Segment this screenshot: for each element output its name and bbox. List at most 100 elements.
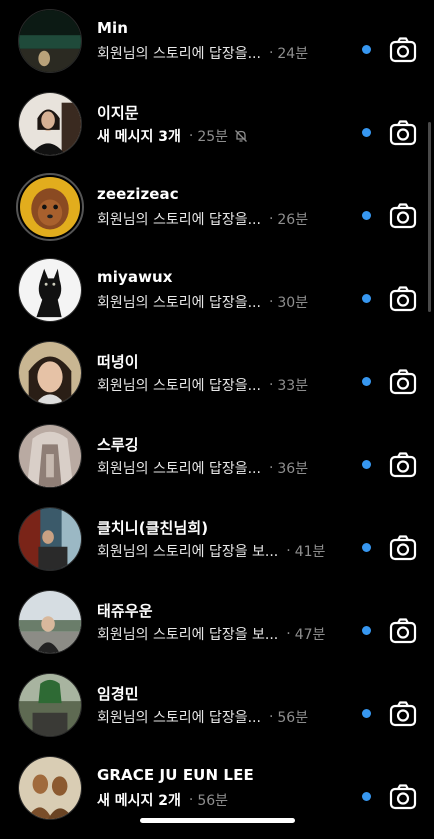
- avatar[interactable]: [18, 9, 82, 73]
- conversation-name: 떠녕이: [97, 353, 139, 371]
- avatar[interactable]: [18, 673, 82, 737]
- camera-icon[interactable]: [388, 284, 418, 314]
- avatar-image: [19, 674, 81, 736]
- conversation-preview: 회원님의 스토리에 답장을... · 33분: [97, 375, 308, 395]
- separator: ·: [268, 709, 274, 725]
- separator: ·: [268, 211, 274, 227]
- unread-dot: [362, 460, 371, 469]
- conversation-name: 임경민: [97, 685, 139, 703]
- avatar-image: [19, 10, 81, 72]
- conversation-row[interactable]: GRACE JU EUN LEE 새 메시지 2개 · 56분: [0, 756, 434, 839]
- conversation-row[interactable]: 스루깅 회원님의 스토리에 답장을... · 36분: [0, 424, 434, 507]
- unread-dot: [362, 211, 371, 220]
- avatar[interactable]: [18, 92, 82, 156]
- timestamp: 36분: [277, 461, 309, 477]
- camera-icon[interactable]: [388, 367, 418, 397]
- avatar-image: [19, 591, 81, 653]
- unread-dot: [362, 543, 371, 552]
- scrollbar[interactable]: [428, 122, 431, 312]
- bell-off-icon: [234, 129, 248, 143]
- message-preview: 회원님의 스토리에 답장을 보...: [97, 627, 279, 643]
- conversation-name: zeezizeac: [97, 185, 179, 203]
- message-preview: 회원님의 스토리에 답장을...: [97, 461, 261, 477]
- timestamp: 25분: [197, 129, 229, 145]
- conversation-name: GRACE JU EUN LEE: [97, 766, 254, 784]
- timestamp: 24분: [277, 46, 309, 62]
- camera-icon[interactable]: [388, 616, 418, 646]
- message-preview: 새 메시지 3개: [97, 129, 181, 145]
- conversation-row[interactable]: miyawux 회원님의 스토리에 답장을... · 30분: [0, 258, 434, 341]
- avatar[interactable]: [18, 507, 82, 571]
- avatar[interactable]: [18, 341, 82, 405]
- avatar[interactable]: [16, 173, 84, 241]
- avatar-image: [19, 508, 81, 570]
- camera-icon[interactable]: [388, 450, 418, 480]
- avatar[interactable]: [18, 258, 82, 322]
- separator: ·: [268, 45, 274, 61]
- message-preview: 회원님의 스토리에 답장을 보...: [97, 544, 279, 560]
- message-preview: 회원님의 스토리에 답장을...: [97, 46, 261, 62]
- avatar[interactable]: [18, 590, 82, 654]
- message-preview: 회원님의 스토리에 답장을...: [97, 378, 261, 394]
- timestamp: 33분: [277, 378, 309, 394]
- separator: ·: [268, 294, 274, 310]
- unread-dot: [362, 377, 371, 386]
- camera-icon[interactable]: [388, 782, 418, 812]
- timestamp: 26분: [277, 212, 309, 228]
- timestamp: 56분: [197, 793, 229, 809]
- conversation-preview: 회원님의 스토리에 답장을 보... · 41분: [97, 541, 325, 561]
- camera-icon[interactable]: [388, 533, 418, 563]
- conversation-row[interactable]: 떠녕이 회원님의 스토리에 답장을... · 33분: [0, 341, 434, 424]
- conversation-name: 태쥬우운: [97, 602, 153, 620]
- avatar-image: [19, 93, 81, 155]
- avatar-image: [19, 342, 81, 404]
- conversation-preview: 회원님의 스토리에 답장을... · 26분: [97, 209, 308, 229]
- message-preview: 회원님의 스토리에 답장을...: [97, 212, 261, 228]
- separator: ·: [188, 128, 194, 144]
- avatar[interactable]: [18, 424, 82, 488]
- conversation-preview: 회원님의 스토리에 답장을... · 30분: [97, 292, 308, 312]
- conversation-name: 이지문: [97, 104, 139, 122]
- conversation-name: 클치니(클친님희): [97, 519, 209, 537]
- conversation-preview: 회원님의 스토리에 답장을... · 56분: [97, 707, 308, 727]
- unread-dot: [362, 45, 371, 54]
- unread-dot: [362, 128, 371, 137]
- conversation-name: miyawux: [97, 268, 173, 286]
- conversation-row[interactable]: 임경민 회원님의 스토리에 답장을... · 56분: [0, 673, 434, 756]
- separator: ·: [188, 792, 194, 808]
- avatar-image: [20, 177, 80, 237]
- camera-icon[interactable]: [388, 201, 418, 231]
- conversation-name: 스루깅: [97, 436, 139, 454]
- camera-icon[interactable]: [388, 35, 418, 65]
- conversation-preview: 새 메시지 2개 · 56분: [97, 790, 228, 810]
- conversation-row[interactable]: 클치니(클친님희) 회원님의 스토리에 답장을 보... · 41분: [0, 507, 434, 590]
- unread-dot: [362, 709, 371, 718]
- unread-dot: [362, 626, 371, 635]
- timestamp: 30분: [277, 295, 309, 311]
- separator: ·: [268, 460, 274, 476]
- unread-dot: [362, 792, 371, 801]
- camera-icon[interactable]: [388, 118, 418, 148]
- conversation-row[interactable]: Min 회원님의 스토리에 답장을... · 24분: [0, 9, 434, 92]
- timestamp: 47분: [294, 627, 326, 643]
- conversation-name: Min: [97, 19, 129, 37]
- message-preview: 회원님의 스토리에 답장을...: [97, 295, 261, 311]
- timestamp: 56분: [277, 710, 309, 726]
- unread-dot: [362, 294, 371, 303]
- conversation-preview: 회원님의 스토리에 답장을... · 36분: [97, 458, 308, 478]
- separator: ·: [286, 626, 291, 642]
- conversation-preview: 새 메시지 3개 · 25분: [97, 126, 248, 146]
- home-indicator[interactable]: [140, 818, 295, 823]
- avatar-image: [19, 259, 81, 321]
- avatar-image: [19, 425, 81, 487]
- separator: ·: [268, 377, 274, 393]
- message-preview: 회원님의 스토리에 답장을...: [97, 710, 261, 726]
- conversation-row[interactable]: zeezizeac 회원님의 스토리에 답장을... · 26분: [0, 173, 434, 258]
- conversation-row[interactable]: 이지문 새 메시지 3개 · 25분: [0, 92, 434, 175]
- conversation-row[interactable]: 태쥬우운 회원님의 스토리에 답장을 보... · 47분: [0, 590, 434, 673]
- conversation-preview: 회원님의 스토리에 답장을 보... · 47분: [97, 624, 325, 644]
- camera-icon[interactable]: [388, 699, 418, 729]
- avatar[interactable]: [18, 756, 82, 820]
- separator: ·: [286, 543, 291, 559]
- timestamp: 41분: [294, 544, 326, 560]
